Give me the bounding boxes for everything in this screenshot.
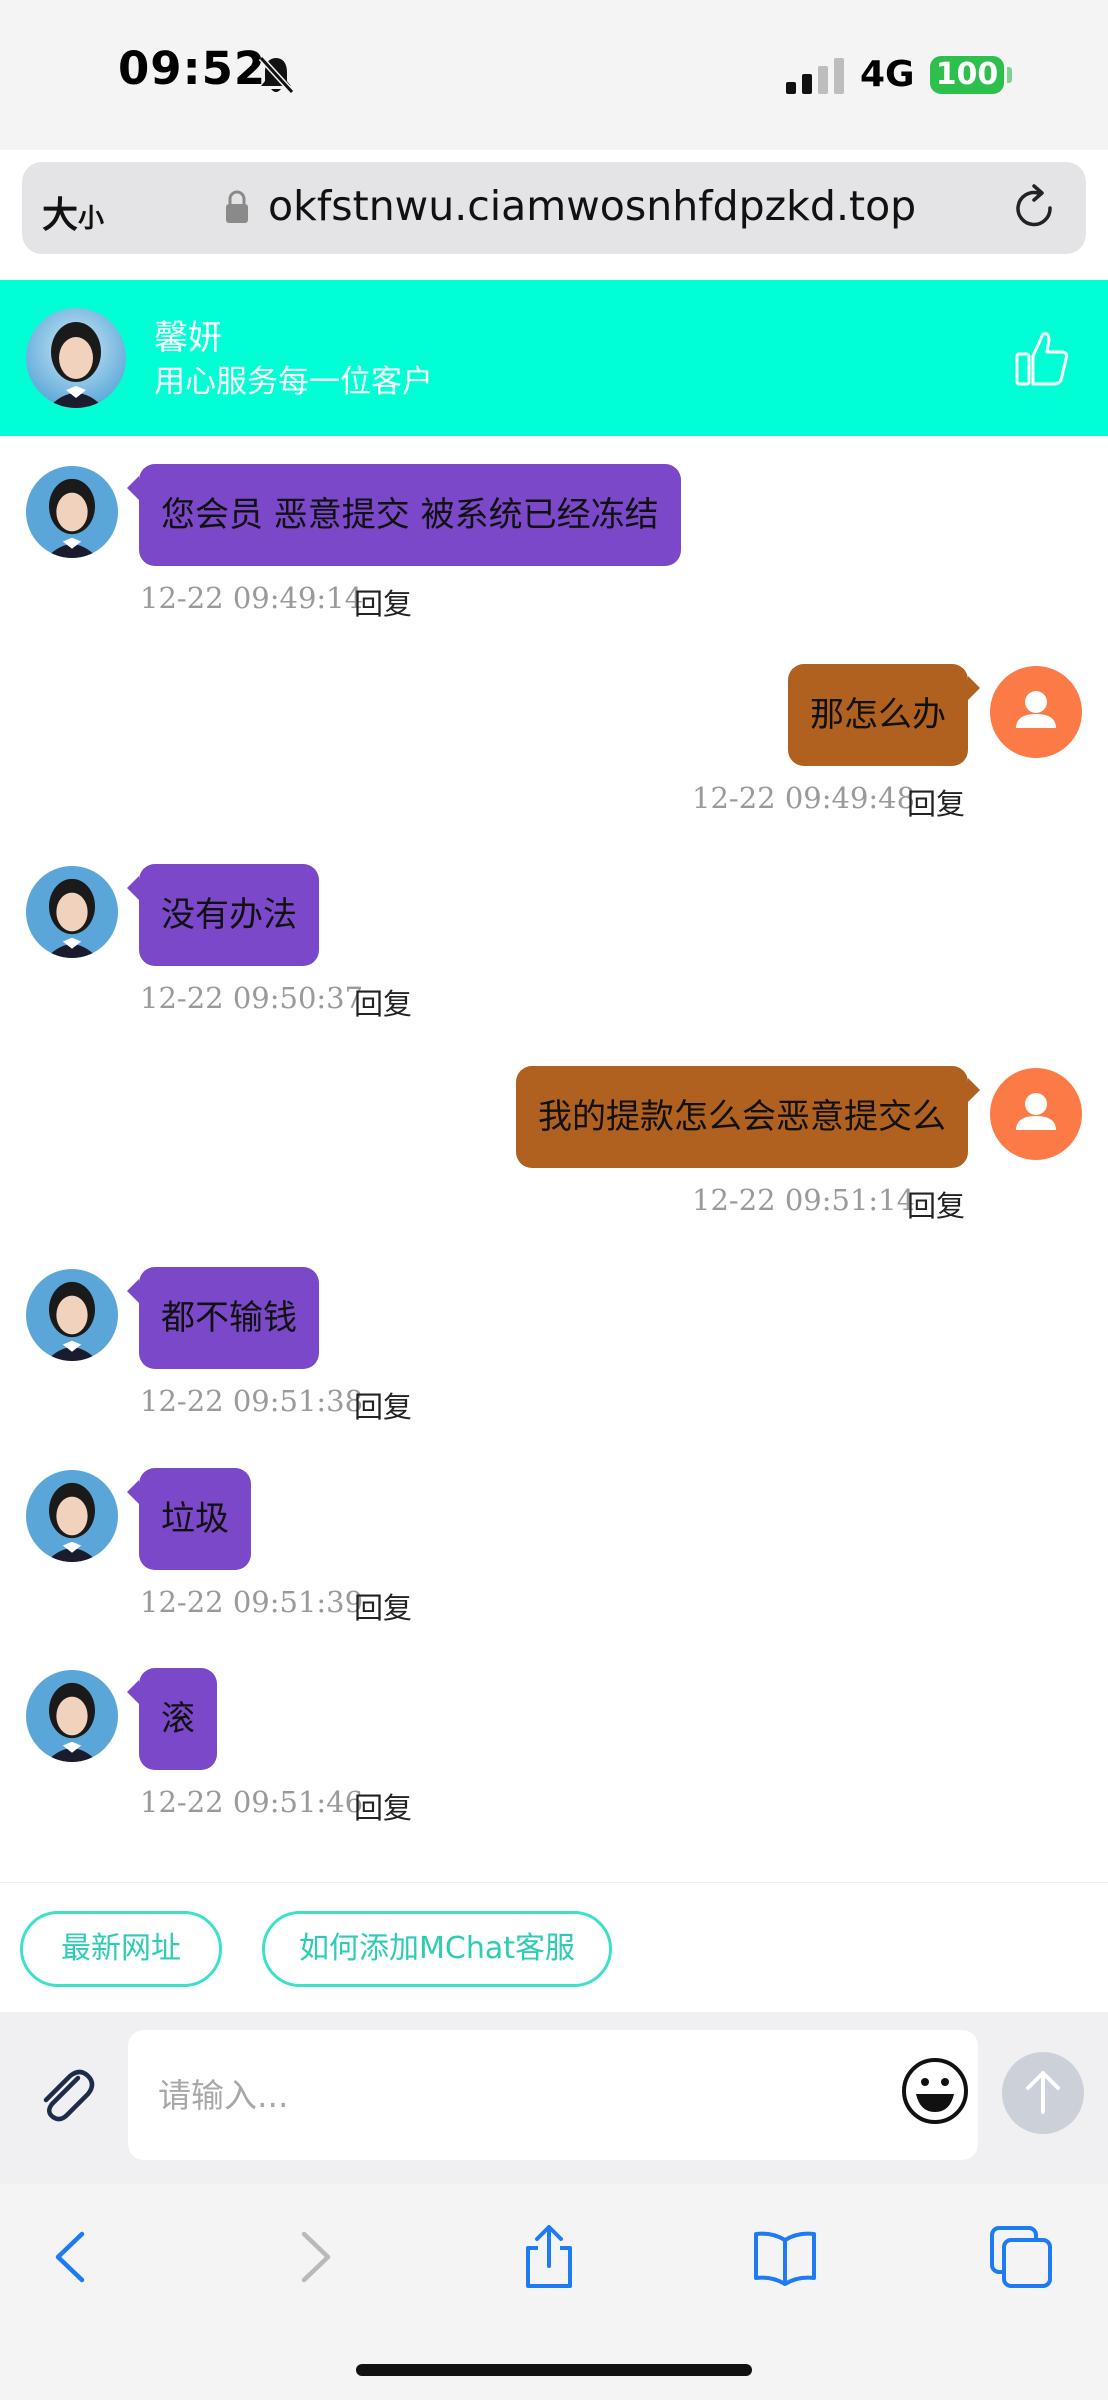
reply-link[interactable]: 回复 bbox=[354, 981, 412, 1023]
agent-message-bubble[interactable]: 滚 bbox=[139, 1668, 217, 1770]
agent-message-avatar bbox=[26, 466, 118, 558]
like-icon[interactable] bbox=[1014, 328, 1070, 388]
chat-header: 馨妍 用心服务每一位客户 bbox=[0, 280, 1108, 436]
message-input-box[interactable] bbox=[128, 2030, 978, 2160]
browser-toolbar bbox=[0, 2184, 1108, 2400]
address-bar[interactable]: 大小 okfstnwu.ciamwosnhfdpzkd.top bbox=[22, 162, 1086, 254]
status-time: 09:52 bbox=[118, 42, 267, 95]
reply-link[interactable]: 回复 bbox=[354, 581, 412, 623]
message-row: 垃圾 12-22 09:51:39 回复 bbox=[0, 1440, 1108, 1630]
message-row: 您会员 恶意提交 被系统已经冻结 12-22 09:49:14 回复 bbox=[0, 436, 1108, 626]
reply-link[interactable]: 回复 bbox=[354, 1384, 412, 1426]
message-time: 12-22 09:51:38 bbox=[140, 1384, 364, 1418]
bubble-tail bbox=[127, 1279, 139, 1303]
url-text[interactable]: okfstnwu.ciamwosnhfdpzkd.top bbox=[268, 182, 916, 230]
message-time: 12-22 09:51:46 bbox=[140, 1785, 364, 1819]
send-button[interactable] bbox=[1002, 2052, 1084, 2134]
message-time: 12-22 09:49:14 bbox=[140, 581, 364, 615]
bookmarks-icon[interactable] bbox=[752, 2224, 818, 2290]
user-message-bubble[interactable]: 那怎么办 bbox=[788, 664, 968, 766]
agent-message-bubble[interactable]: 没有办法 bbox=[139, 864, 319, 966]
agent-message-bubble[interactable]: 垃圾 bbox=[139, 1468, 251, 1570]
bubble-tail bbox=[127, 876, 139, 900]
bubble-tail bbox=[968, 676, 980, 700]
lock-icon bbox=[226, 190, 248, 223]
quick-link-latest-url[interactable]: 最新网址 bbox=[20, 1911, 222, 1987]
reply-link[interactable]: 回复 bbox=[907, 781, 965, 823]
user-person-icon bbox=[1016, 1093, 1056, 1130]
text-size-button[interactable]: 大小 bbox=[42, 186, 104, 238]
text-size-big: 大 bbox=[42, 195, 79, 236]
forward-icon[interactable] bbox=[280, 2224, 346, 2290]
message-list[interactable]: 您会员 恶意提交 被系统已经冻结 12-22 09:49:14 回复 那怎么办 … bbox=[0, 436, 1108, 1882]
user-person-icon bbox=[1016, 691, 1056, 728]
quick-link-add-mchat[interactable]: 如何添加MChat客服 bbox=[262, 1911, 612, 1987]
agent-message-avatar bbox=[26, 1470, 118, 1562]
reply-link[interactable]: 回复 bbox=[907, 1183, 965, 1225]
status-bar: 09:52 4G 100 bbox=[0, 0, 1108, 150]
paperclip-icon[interactable] bbox=[32, 2062, 98, 2128]
message-row: 那怎么办 12-22 09:49:48 回复 bbox=[0, 636, 1108, 826]
signal-icon bbox=[786, 58, 844, 94]
bubble-tail bbox=[127, 1680, 139, 1704]
message-time: 12-22 09:51:14 bbox=[692, 1183, 916, 1217]
tabs-icon[interactable] bbox=[988, 2224, 1054, 2290]
home-indicator bbox=[356, 2364, 752, 2376]
message-time: 12-22 09:49:48 bbox=[692, 781, 916, 815]
agent-message-bubble[interactable]: 您会员 恶意提交 被系统已经冻结 bbox=[139, 464, 681, 566]
agent-slogan: 用心服务每一位客户 bbox=[154, 364, 433, 400]
text-size-small: 小 bbox=[78, 204, 105, 234]
quick-links-bar: 最新网址 如何添加MChat客服 bbox=[0, 1882, 1108, 2012]
message-row: 滚 12-22 09:51:46 回复 bbox=[0, 1640, 1108, 1830]
user-avatar bbox=[990, 666, 1082, 758]
user-avatar bbox=[990, 1068, 1082, 1160]
message-time: 12-22 09:50:37 bbox=[140, 981, 364, 1015]
send-arrow-icon bbox=[1026, 2071, 1060, 2114]
agent-name: 馨妍 bbox=[154, 318, 222, 358]
message-time: 12-22 09:51:39 bbox=[140, 1585, 364, 1619]
reload-icon[interactable] bbox=[1012, 184, 1058, 232]
bubble-tail bbox=[127, 1480, 139, 1504]
battery-indicator: 100 bbox=[930, 56, 1004, 94]
emoji-icon[interactable] bbox=[900, 2056, 970, 2126]
message-row: 都不输钱 12-22 09:51:38 回复 bbox=[0, 1239, 1108, 1429]
agent-message-avatar bbox=[26, 866, 118, 958]
message-input[interactable] bbox=[158, 2056, 878, 2134]
bubble-tail bbox=[127, 476, 139, 500]
agent-message-avatar bbox=[26, 1269, 118, 1361]
message-row: 没有办法 12-22 09:50:37 回复 bbox=[0, 836, 1108, 1026]
back-icon[interactable] bbox=[40, 2224, 106, 2290]
bubble-tail bbox=[968, 1078, 980, 1102]
user-message-bubble[interactable]: 我的提款怎么会恶意提交么 bbox=[516, 1066, 968, 1168]
battery-nub bbox=[1007, 67, 1012, 83]
reply-link[interactable]: 回复 bbox=[354, 1785, 412, 1827]
bell-muted-icon bbox=[258, 55, 295, 95]
reply-link[interactable]: 回复 bbox=[354, 1585, 412, 1627]
message-row: 我的提款怎么会恶意提交么 12-22 09:51:14 回复 bbox=[0, 1038, 1108, 1228]
agent-message-avatar bbox=[26, 1670, 118, 1762]
network-type: 4G bbox=[860, 54, 915, 95]
share-icon[interactable] bbox=[516, 2224, 582, 2290]
agent-avatar bbox=[26, 308, 126, 408]
agent-message-bubble[interactable]: 都不输钱 bbox=[139, 1267, 319, 1369]
